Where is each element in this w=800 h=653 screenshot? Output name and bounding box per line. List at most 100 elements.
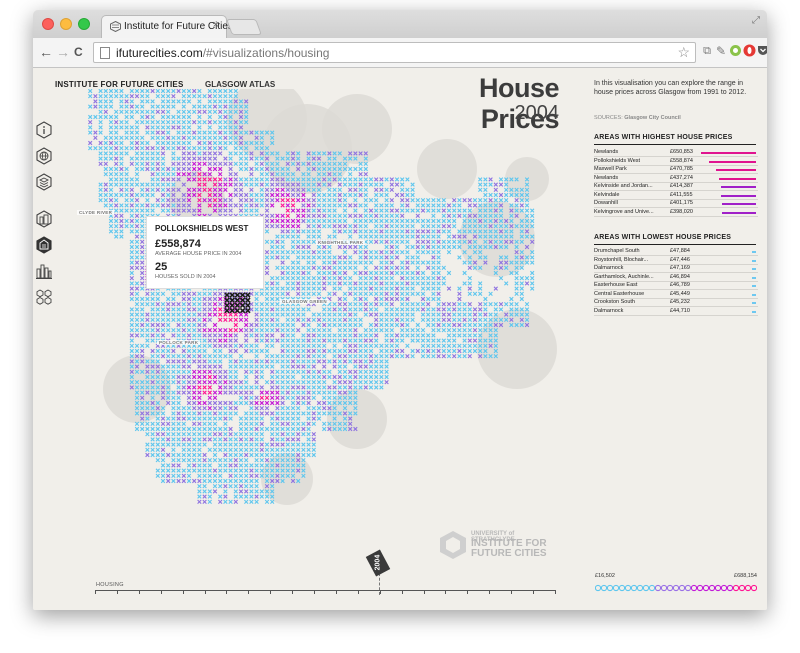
layers-icon[interactable]	[35, 173, 53, 191]
price-cell	[280, 442, 285, 447]
price-cell	[140, 224, 145, 229]
price-cell	[171, 354, 176, 359]
opera-ext-icon[interactable]	[742, 44, 756, 58]
new-tab-button[interactable]	[226, 19, 262, 35]
price-cell	[400, 312, 405, 317]
reload-button[interactable]: C	[74, 45, 83, 59]
pocket-ext-icon[interactable]	[756, 44, 767, 58]
price-cell	[467, 286, 472, 291]
price-cell	[228, 468, 233, 473]
timeline-slider[interactable]: HOUSING	[95, 580, 556, 594]
price-cell	[342, 312, 348, 317]
price-cell	[478, 198, 483, 203]
price-cell	[483, 182, 488, 187]
price-cell	[384, 244, 389, 250]
price-cell	[400, 322, 405, 328]
address-bar[interactable]: ifuturecities.com/#visualizations/housin…	[93, 42, 696, 63]
price-cell	[134, 317, 140, 322]
brand-link[interactable]: INSTITUTE FOR FUTURE CITIES	[55, 80, 184, 89]
price-cell	[405, 244, 410, 250]
price-cell	[384, 328, 389, 333]
price-cell	[337, 348, 342, 354]
price-cell	[322, 343, 327, 348]
price-cell	[207, 135, 212, 140]
price-cell	[202, 437, 207, 442]
price-cell	[233, 146, 238, 151]
price-cell	[254, 447, 259, 452]
people-icon[interactable]	[35, 288, 53, 306]
fullscreen-icon[interactable]: ⤢	[752, 15, 760, 26]
info-icon[interactable]	[35, 121, 53, 139]
buildings-icon[interactable]	[35, 210, 53, 228]
price-cell	[202, 499, 207, 504]
zoom-window-button[interactable]	[78, 18, 90, 30]
price-cell	[249, 442, 254, 447]
back-button[interactable]: ←	[39, 44, 53, 60]
price-cell	[134, 286, 140, 291]
price-cell	[150, 177, 155, 182]
price-cell	[140, 203, 145, 208]
wrench-ext-icon[interactable]: ✎	[714, 44, 728, 58]
price-cell	[207, 432, 212, 437]
price-cell	[212, 94, 218, 99]
bookmark-star-icon[interactable]: ☆	[677, 44, 690, 61]
price-cell	[134, 348, 140, 354]
price-cell	[311, 348, 316, 354]
minimize-window-button[interactable]	[60, 18, 72, 30]
price-cell	[197, 416, 202, 421]
rank-row[interactable]: Dalmarnock £44,710	[594, 307, 758, 316]
price-cell	[441, 198, 446, 203]
price-cell	[280, 406, 285, 411]
price-cell	[327, 359, 332, 364]
price-cell	[275, 437, 280, 442]
price-cell	[374, 364, 379, 369]
forward-button[interactable]: →	[56, 44, 70, 60]
house-price-map[interactable]	[57, 89, 567, 519]
price-cell	[290, 192, 296, 198]
price-cell	[290, 312, 296, 317]
price-cell	[420, 333, 426, 338]
browser-tab[interactable]: Institute for Future Cities ×	[101, 15, 233, 38]
tab-close-icon[interactable]: ×	[213, 19, 219, 31]
price-cell	[197, 489, 202, 494]
price-cell	[363, 380, 368, 385]
rank-price: £414,387	[670, 183, 693, 189]
rank-row[interactable]: Kelvingrove and Unive... £398,020	[594, 208, 758, 217]
housing-icon[interactable]	[35, 236, 53, 254]
price-cell	[223, 432, 228, 437]
price-cell	[405, 198, 410, 203]
price-cell	[400, 218, 405, 224]
selected-area-cell	[245, 307, 251, 314]
close-window-button[interactable]	[42, 18, 54, 30]
price-cell	[254, 177, 259, 182]
price-cell	[436, 208, 441, 213]
price-cell	[389, 354, 394, 359]
price-cell	[410, 354, 415, 359]
screen-ext-icon[interactable]: ⧉	[700, 44, 714, 58]
atlas-link[interactable]: GLASGOW ATLAS	[205, 80, 275, 89]
timeline-year-badge[interactable]: 2004	[365, 549, 391, 577]
price-cell	[436, 296, 441, 302]
price-cell	[192, 411, 197, 416]
price-cell	[322, 333, 327, 338]
globe-icon[interactable]	[35, 147, 53, 165]
city-icon[interactable]	[35, 262, 53, 280]
price-cell	[192, 468, 197, 473]
price-cell	[467, 333, 472, 338]
price-cell	[394, 270, 400, 276]
price-cell	[259, 463, 264, 468]
price-cell	[467, 312, 472, 317]
price-cell	[171, 120, 176, 125]
price-cell	[504, 187, 509, 192]
price-cell	[186, 166, 192, 172]
price-cell	[223, 406, 228, 411]
price-cell	[306, 270, 311, 276]
price-cell	[374, 234, 379, 239]
price-cell	[394, 244, 400, 250]
price-cell	[140, 135, 145, 140]
swirl-ext-icon[interactable]	[728, 44, 742, 58]
price-cell	[436, 270, 441, 276]
timeline-year-marker[interactable]: 2004	[365, 549, 391, 578]
price-cell	[394, 213, 400, 218]
price-cell	[332, 218, 337, 224]
